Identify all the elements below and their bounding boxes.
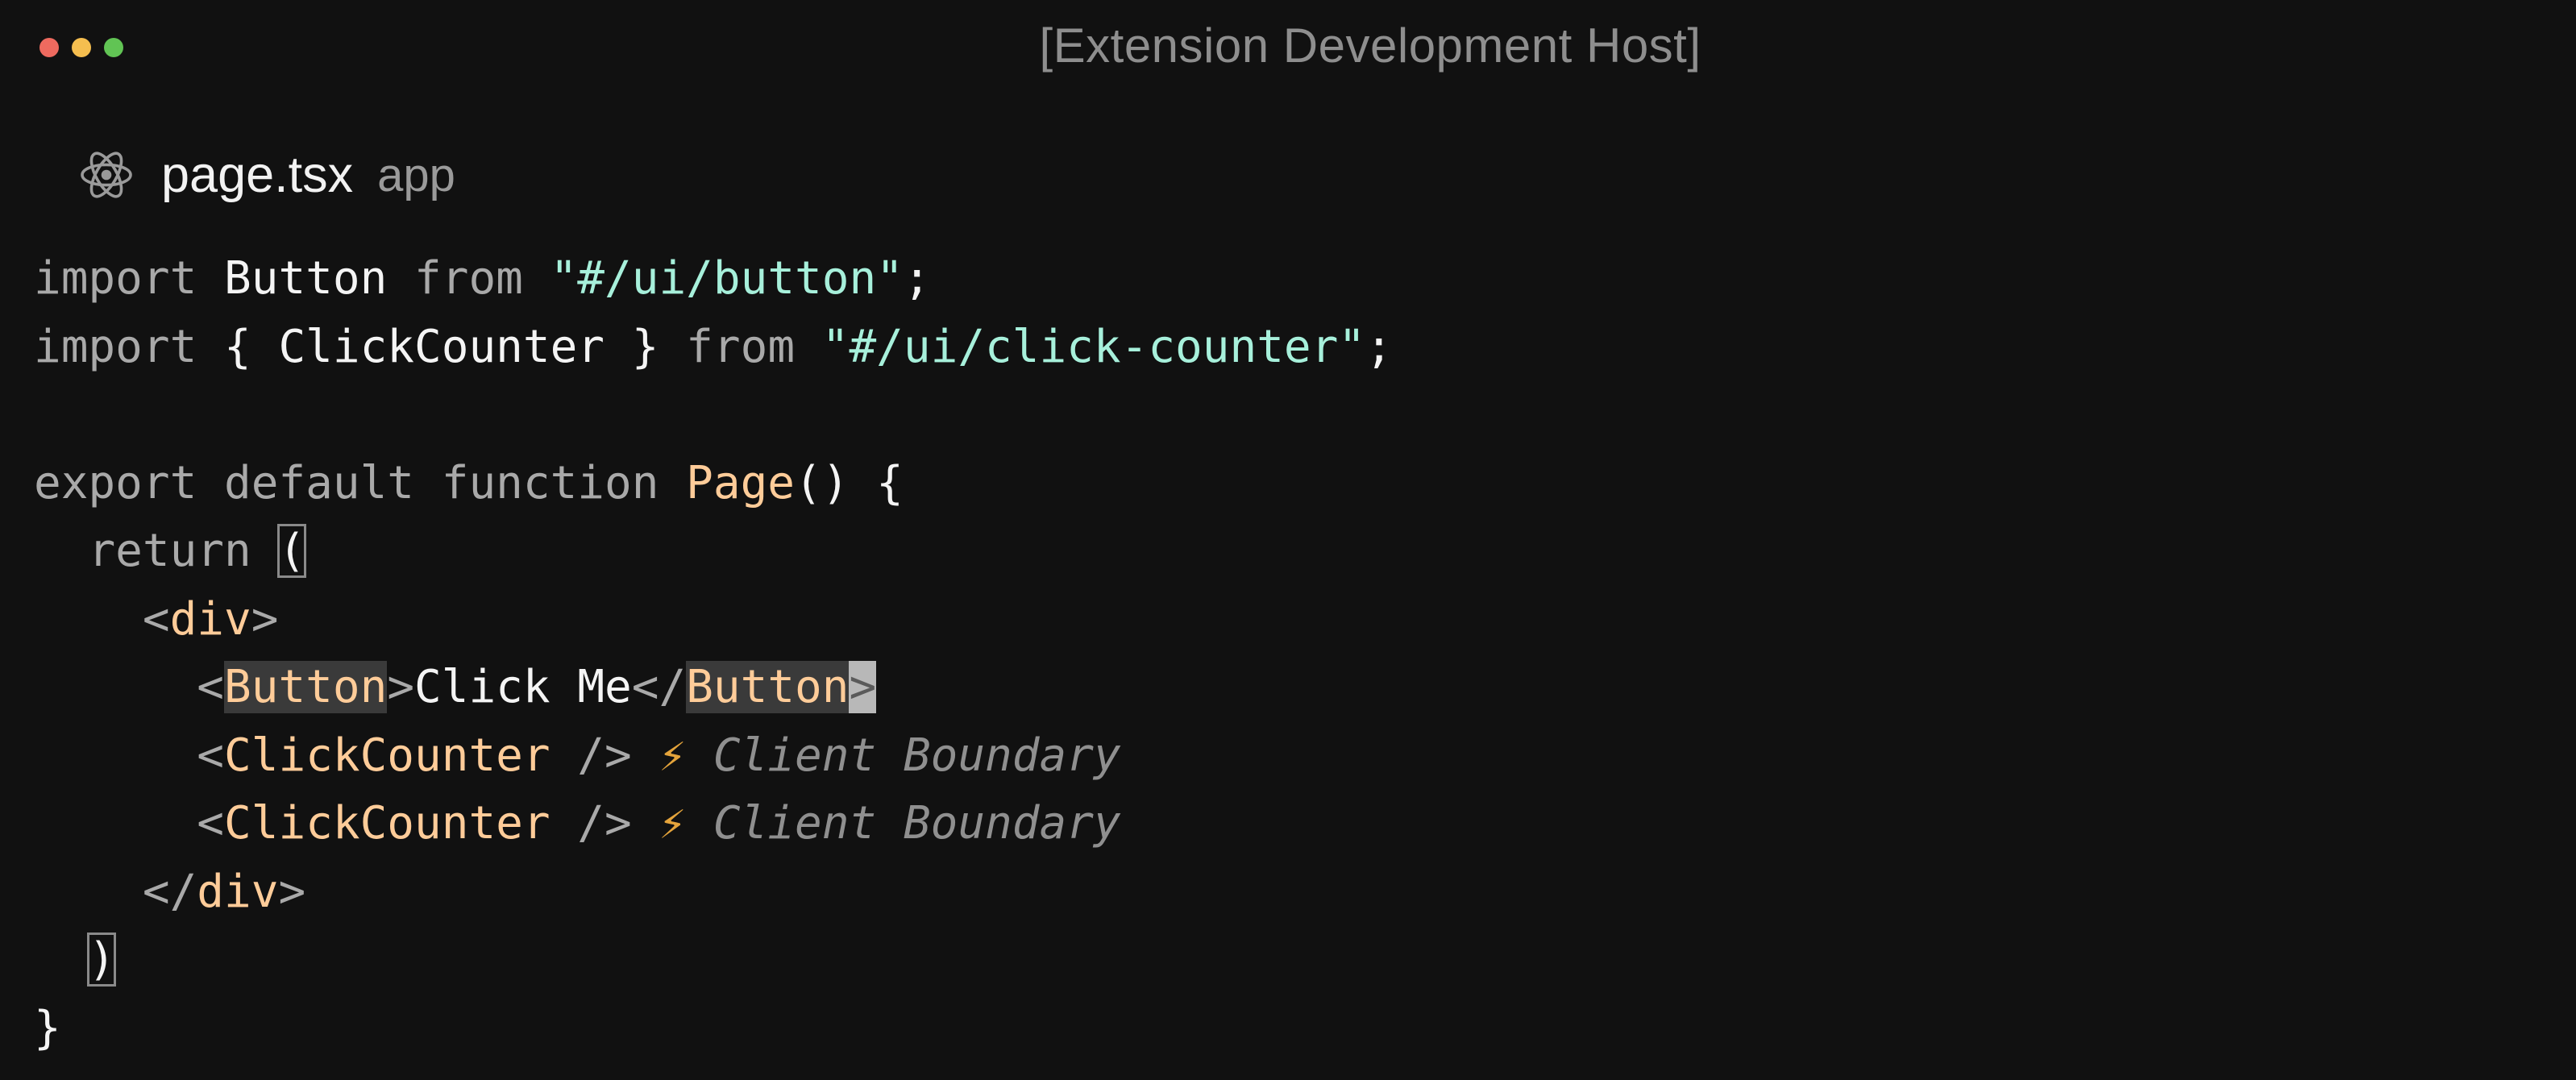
code-line-10: </div> <box>34 858 1393 927</box>
keyword-token: import <box>34 320 197 373</box>
punctuation-token: () { <box>795 456 904 509</box>
code-line-7: <Button>Click Me</Button> <box>34 654 1393 722</box>
react-icon <box>81 152 132 198</box>
code-line-9: <ClickCounter /> ⚡ Client Boundary <box>34 790 1393 858</box>
jsx-bracket-token: < <box>142 592 170 646</box>
jsx-bracket-token: > <box>387 661 415 713</box>
title-bar: [Extension Development Host] <box>0 0 2576 97</box>
code-line-11: ) <box>34 926 1393 995</box>
text-cursor: > <box>849 661 877 713</box>
tab-folder-name: app <box>377 148 455 201</box>
lightning-icon: ⚡ <box>659 729 687 782</box>
jsx-bracket-token: < <box>197 797 225 849</box>
code-line-6: <div> <box>34 586 1393 654</box>
code-editor[interactable]: import Button from "#/ui/button"; import… <box>34 245 1393 1062</box>
keyword-token: export default function <box>34 456 687 509</box>
jsx-tag-highlight: Button <box>224 661 388 713</box>
code-line-4: export default function Page() { <box>34 450 1393 518</box>
keyword-token: from <box>414 252 523 305</box>
client-boundary-annotation: Client Boundary <box>686 729 1121 782</box>
code-line-8: <ClickCounter /> ⚡ Client Boundary <box>34 722 1393 791</box>
jsx-tag-token: div <box>169 592 251 646</box>
jsx-bracket-token: > <box>251 592 279 646</box>
jsx-tag-token: div <box>197 865 279 918</box>
jsx-bracket-token: > <box>278 865 306 918</box>
punctuation-token: ; <box>903 252 931 305</box>
jsx-bracket-token: /> <box>550 797 632 849</box>
code-line-1: import Button from "#/ui/button"; <box>34 245 1393 314</box>
keyword-token: from <box>686 320 796 373</box>
keyword-token: return <box>88 525 279 577</box>
editor-tab-page-tsx[interactable]: page.tsx app <box>77 139 455 211</box>
bracket-match-highlight: ( <box>277 524 307 578</box>
code-line-2: import { ClickCounter } from "#/ui/click… <box>34 314 1393 382</box>
function-name-token: Page <box>686 456 796 509</box>
keyword-token: import <box>34 252 197 305</box>
punctuation-token: } <box>34 1001 61 1054</box>
code-line-12: } <box>34 995 1393 1063</box>
bracket-match-highlight: ) <box>87 933 117 987</box>
jsx-bracket-token: < <box>197 729 225 782</box>
identifier-token: Button <box>197 252 415 305</box>
identifier-token: { ClickCounter } <box>197 320 687 373</box>
tab-file-name: page.tsx <box>161 147 354 203</box>
client-boundary-annotation: Client Boundary <box>686 797 1121 849</box>
string-token: "#/ui/click-counter" <box>821 320 1366 373</box>
punctuation-token: ; <box>1365 320 1393 373</box>
lightning-icon: ⚡ <box>659 797 687 849</box>
jsx-text-token: Click Me <box>414 661 632 713</box>
jsx-tag-highlight: Button <box>686 661 850 713</box>
jsx-bracket-token: </ <box>631 661 687 713</box>
jsx-tag-token: ClickCounter <box>224 797 551 849</box>
string-token: "#/ui/button" <box>550 252 904 305</box>
jsx-bracket-token: /> <box>550 729 632 782</box>
jsx-tag-token: ClickCounter <box>224 729 551 782</box>
jsx-bracket-token: < <box>197 661 225 713</box>
window-title: [Extension Development Host] <box>1039 19 1701 73</box>
code-line-5: return ( <box>34 517 1393 586</box>
jsx-bracket-token: </ <box>142 865 197 918</box>
